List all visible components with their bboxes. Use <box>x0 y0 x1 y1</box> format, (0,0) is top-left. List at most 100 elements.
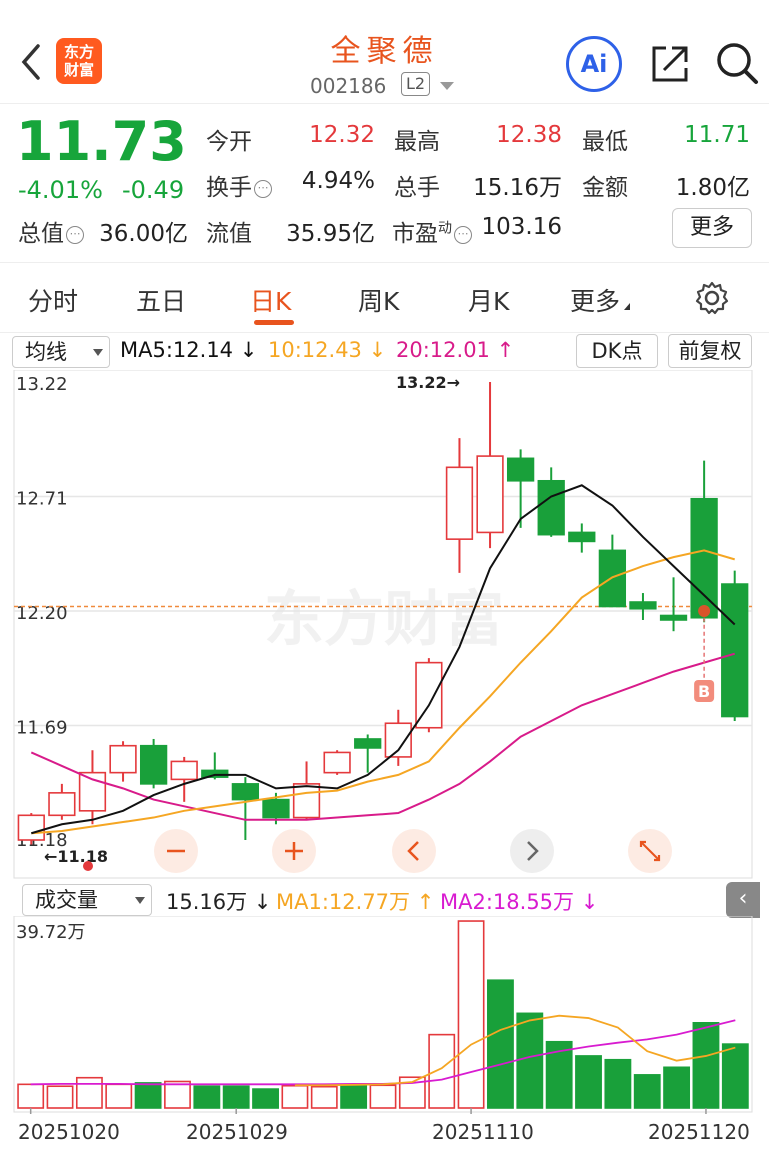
volume-bar <box>222 1085 250 1109</box>
date-label: 20251110 <box>432 1120 534 1144</box>
low-price-marker: ←11.18 <box>44 847 108 866</box>
quote-label-6: 总值 ⋯ <box>18 214 84 248</box>
price-tick-label: 12.71 <box>16 489 68 510</box>
volume-indicator-selector[interactable]: 成交量 <box>22 884 152 916</box>
info-icon[interactable]: ⋯ <box>254 180 272 198</box>
candle <box>659 577 688 632</box>
volume-ma2-value: MA2:18.55万 ↓ <box>440 890 599 914</box>
volume-value: 15.16万 ↓ <box>166 890 272 914</box>
volume-bar <box>633 1074 661 1109</box>
candle <box>48 783 76 820</box>
chevron-down-icon[interactable] <box>440 82 454 90</box>
volume-bar <box>105 1083 133 1109</box>
candle <box>170 756 198 802</box>
ma20-line <box>30 652 735 821</box>
volume-selector-label: 成交量 <box>35 888 98 912</box>
volume-bar <box>575 1055 602 1109</box>
volume-bar <box>164 1080 191 1109</box>
divider <box>0 262 769 263</box>
tab-4[interactable]: 月K <box>468 282 509 318</box>
tab-5[interactable]: 更多 <box>570 282 631 318</box>
volume-max-label: 39.72万 <box>16 922 86 943</box>
tab-2[interactable]: 日K <box>250 282 291 318</box>
date-label: 20251020 <box>18 1120 120 1144</box>
volume-bar <box>252 1088 279 1109</box>
volume-bar <box>193 1085 221 1109</box>
ma5-value: MA5:12.14 ↓ <box>120 338 258 362</box>
indicator-selector[interactable]: 均线 <box>12 336 110 368</box>
quote-value-4: 15.16万 <box>473 175 562 201</box>
candle <box>598 534 627 608</box>
ma20-value: 20:12.01 ↑ <box>396 338 515 362</box>
zoom-in-button[interactable] <box>272 829 316 873</box>
chevron-down-icon <box>624 303 631 310</box>
change-amount: -0.49 <box>122 176 185 204</box>
quote-label-1: 最高 <box>394 129 440 155</box>
dk-point-dot <box>698 605 711 617</box>
volume-bar <box>134 1082 162 1109</box>
tab-1[interactable]: 五日 <box>136 282 186 318</box>
quote-label-3: 换手 ⋯ <box>206 168 272 202</box>
share-icon[interactable] <box>648 42 692 90</box>
info-icon[interactable]: ⋯ <box>66 226 84 244</box>
quote-value-2: 11.71 <box>684 122 750 148</box>
candle <box>445 438 474 573</box>
volume-bar <box>663 1066 691 1109</box>
candle <box>690 460 718 623</box>
indicator-selector-label: 均线 <box>25 340 67 364</box>
quote-value-8: 103.16 <box>481 214 562 240</box>
volume-bar <box>604 1058 632 1109</box>
quote-value-0: 12.32 <box>309 122 375 148</box>
volume-bar <box>369 1084 397 1109</box>
candle <box>721 570 749 722</box>
zoom-out-button[interactable] <box>154 829 198 873</box>
volume-bar <box>340 1084 368 1109</box>
pan-right-button[interactable] <box>510 829 554 873</box>
chevron-down-icon <box>135 897 145 904</box>
adjust-button[interactable]: 前复权 <box>668 334 752 368</box>
candle <box>231 777 260 840</box>
candle <box>139 738 168 789</box>
quote-label-7: 流值 <box>206 221 252 247</box>
change-percent: -4.01% <box>18 176 103 204</box>
candle <box>506 449 535 528</box>
collapse-panel-button[interactable]: ‹ <box>726 882 760 918</box>
quote-value-3: 4.94% <box>301 168 375 194</box>
gear-icon[interactable] <box>694 280 730 320</box>
ma5-line <box>31 484 736 835</box>
pan-left-button[interactable] <box>392 829 436 873</box>
quote-label-8: 市盈动 ⋯ <box>392 214 472 248</box>
tab-3[interactable]: 周K <box>358 282 399 318</box>
quote-value-7: 35.95亿 <box>286 221 375 247</box>
volume-bar <box>17 1083 45 1109</box>
ma10-value: 10:12.43 ↓ <box>268 338 387 362</box>
quote-label-4: 总手 <box>394 175 440 201</box>
search-icon[interactable] <box>714 40 760 90</box>
more-quote-button[interactable]: 更多 <box>672 208 752 248</box>
quote-value-1: 12.38 <box>496 122 562 148</box>
dk-point-button[interactable]: DK点 <box>576 334 658 368</box>
level-badge[interactable]: L2 <box>401 72 431 96</box>
volume-bar <box>457 920 485 1109</box>
candle <box>109 741 137 782</box>
quote-value-5: 1.80亿 <box>675 175 750 201</box>
candle <box>476 382 504 549</box>
watermark: 东方财富 <box>264 585 504 655</box>
date-label: 20251120 <box>648 1120 750 1144</box>
volume-bar <box>428 1033 456 1109</box>
stock-code: 002186 <box>310 74 387 98</box>
quote-value-6: 36.00亿 <box>99 221 188 247</box>
candle <box>292 761 321 820</box>
info-icon[interactable]: ⋯ <box>454 226 472 244</box>
candlestick-chart[interactable]: 东方财富 13.2212.7112.2011.6911.1813.22→←11.… <box>0 370 769 880</box>
chevron-down-icon <box>93 349 103 356</box>
candle <box>78 750 107 825</box>
date-label: 20251029 <box>186 1120 288 1144</box>
high-price-marker: 13.22→ <box>396 373 460 392</box>
tab-0[interactable]: 分时 <box>28 282 78 318</box>
current-price: 11.73 <box>16 110 187 173</box>
volume-bar <box>516 1012 544 1109</box>
signal-dot <box>83 861 93 871</box>
ai-assistant-button[interactable]: Ai <box>566 36 622 92</box>
fullscreen-button[interactable] <box>628 829 672 873</box>
